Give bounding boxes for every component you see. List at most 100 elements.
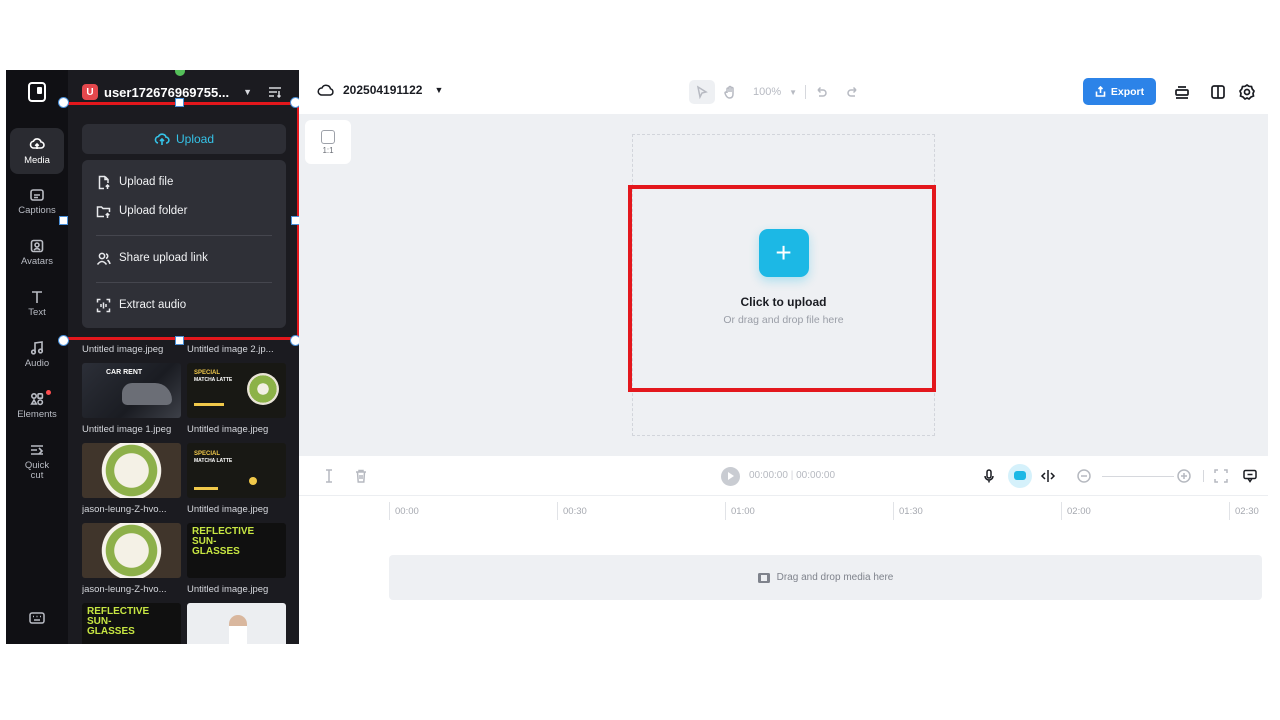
media-track-drop-zone[interactable]: Drag and drop media here [389,555,1262,600]
export-button[interactable]: Export [1083,78,1156,105]
resize-handle[interactable] [58,97,69,108]
timeline-toolbar: 00:00:00 | 00:00:00 [299,456,1268,496]
total-time: 00:00:00 [796,470,836,481]
rail-item-media[interactable]: Media [10,128,64,174]
elements-icon [30,392,44,405]
project-menu[interactable]: 202504191122 ▼ [317,83,443,97]
app-logo-icon[interactable] [28,82,46,102]
media-caption: Untitled image.jpeg [82,344,164,355]
microphone-icon [984,469,994,483]
menu-item-share-upload-link[interactable]: Share upload link [96,248,208,268]
media-thumbnail[interactable] [187,603,286,644]
media-thumbnail[interactable]: SPECIAL MATCHA LATTE [187,363,286,418]
settings-button[interactable] [1238,83,1256,101]
divider [805,85,807,99]
drop-title[interactable]: Click to upload [740,295,826,309]
ruler-tick-line [1061,502,1062,520]
rail-item-avatars[interactable]: Avatars [10,229,64,275]
latte-image [247,373,279,405]
resize-handle[interactable] [58,335,69,346]
menu-divider [96,282,272,283]
track-hint: Drag and drop media here [776,572,894,583]
ruler-tick-line [389,502,390,520]
thumbnail-decoration [194,487,218,490]
canvas-tools: 100% ▼ [689,79,860,105]
select-tool-button[interactable] [689,80,715,104]
pointer-icon [696,85,708,99]
editor-window: Media Captions Avatars Text Audio Elemen… [6,70,1268,644]
keyboard-shortcuts-button[interactable] [28,610,46,626]
media-caption: Untitled image.jpeg [187,584,269,595]
sort-button[interactable] [268,86,282,99]
rail-item-captions[interactable]: Captions [10,178,64,224]
rail-item-elements[interactable]: Elements [10,382,64,428]
menu-item-label: Upload folder [119,205,188,217]
delete-button[interactable] [353,468,369,484]
resize-handle[interactable] [175,336,184,345]
menu-item-upload-folder[interactable]: Upload folder [96,201,187,221]
media-thumbnail[interactable] [82,443,181,498]
zoom-out-button[interactable] [1076,468,1092,484]
zoom-out-icon [1077,469,1091,483]
undo-icon[interactable] [814,85,828,99]
media-thumbnail[interactable]: REFLECTIVE SUN- GLASSES [82,603,181,644]
layers-button[interactable] [1173,83,1191,101]
layout-button[interactable] [1209,83,1227,101]
ruler-tick-line [893,502,894,520]
menu-item-label: Extract audio [119,299,187,311]
thumbnail-text: CAR RENT [106,369,143,376]
account-switcher[interactable]: U user172676969755... ▼ [82,82,287,102]
cloud-icon [317,84,334,96]
menu-item-upload-file[interactable]: Upload file [96,172,173,192]
play-button[interactable] [721,467,740,486]
rail-label: Elements [17,408,57,420]
ruler-tick-line [725,502,726,520]
ai-assistant-button[interactable] [1008,464,1032,488]
redo-icon[interactable] [846,85,860,99]
menu-item-label: Share upload link [119,252,208,264]
media-thumbnail[interactable]: CAR RENT [82,363,181,418]
media-caption: Untitled image 1.jpeg [82,424,172,435]
ruler-tick-line [557,502,558,520]
hand-icon[interactable] [723,85,737,99]
canvas-area: 1:1 + Click to upload Or drag and drop f… [299,114,1268,456]
split-view-button[interactable] [1040,468,1056,484]
canvas-stage: + Click to upload Or drag and drop file … [632,134,935,436]
trash-icon [356,469,366,483]
top-bar: 202504191122 ▼ 100% ▼ Export [299,70,1268,114]
media-thumbnail[interactable] [82,523,181,578]
upload-menu: Upload file Upload folder Share upload l… [82,160,286,328]
rail-label: Audio [24,357,50,369]
zoom-in-button[interactable] [1176,468,1192,484]
resize-handle[interactable] [175,98,184,107]
rail-label: Quick cut [24,459,50,481]
layers-icon [1175,86,1189,99]
rail-item-quick-cut[interactable]: Quick cut [10,434,64,488]
zoom-level[interactable]: 100% [753,86,781,98]
record-voice-button[interactable] [981,468,997,484]
zoom-slider[interactable] [1102,476,1174,477]
media-caption: Untitled image.jpeg [187,504,269,515]
media-caption: Untitled image.jpeg [187,424,269,435]
rail-label: Media [24,154,50,166]
menu-item-extract-audio[interactable]: Extract audio [96,295,186,315]
fit-timeline-button[interactable] [1213,468,1229,484]
text-icon [32,290,42,303]
rail-item-text[interactable]: Text [10,280,64,326]
chevron-down-icon: ▼ [789,87,798,97]
sort-icon [268,87,282,99]
media-thumbnail[interactable]: SPECIAL MATCHA LATTE [187,443,286,498]
upload-drop-zone[interactable]: + Click to upload Or drag and drop file … [633,185,934,389]
thumbnail-text: MATCHA LATTE [194,377,233,383]
plus-icon[interactable]: + [758,228,809,277]
rail-label: Captions [18,204,56,216]
aspect-ratio-button[interactable]: 1:1 [305,120,351,164]
rail-item-audio[interactable]: Audio [10,331,64,377]
keyboard-icon [29,612,45,624]
upload-button[interactable]: Upload [82,124,286,154]
feedback-button[interactable] [1242,468,1258,484]
media-thumbnail[interactable]: REFLECTIVE SUN- GLASSES [187,523,286,578]
resize-handle[interactable] [59,216,68,225]
rail-label: Avatars [20,255,54,267]
split-button[interactable] [321,468,337,484]
